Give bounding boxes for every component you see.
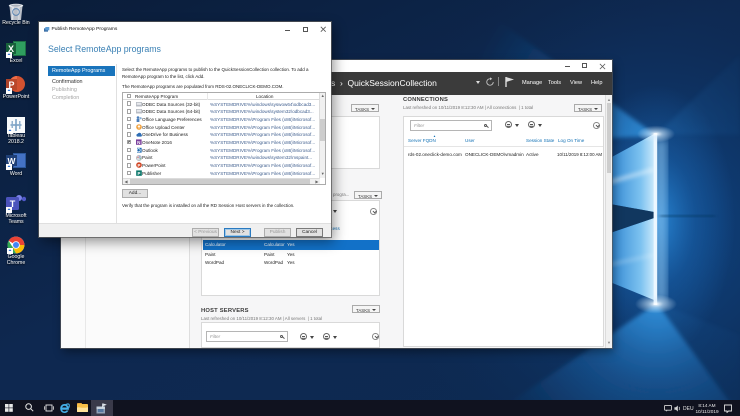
svg-text:P: P	[137, 171, 140, 176]
svg-text:P: P	[137, 163, 140, 168]
